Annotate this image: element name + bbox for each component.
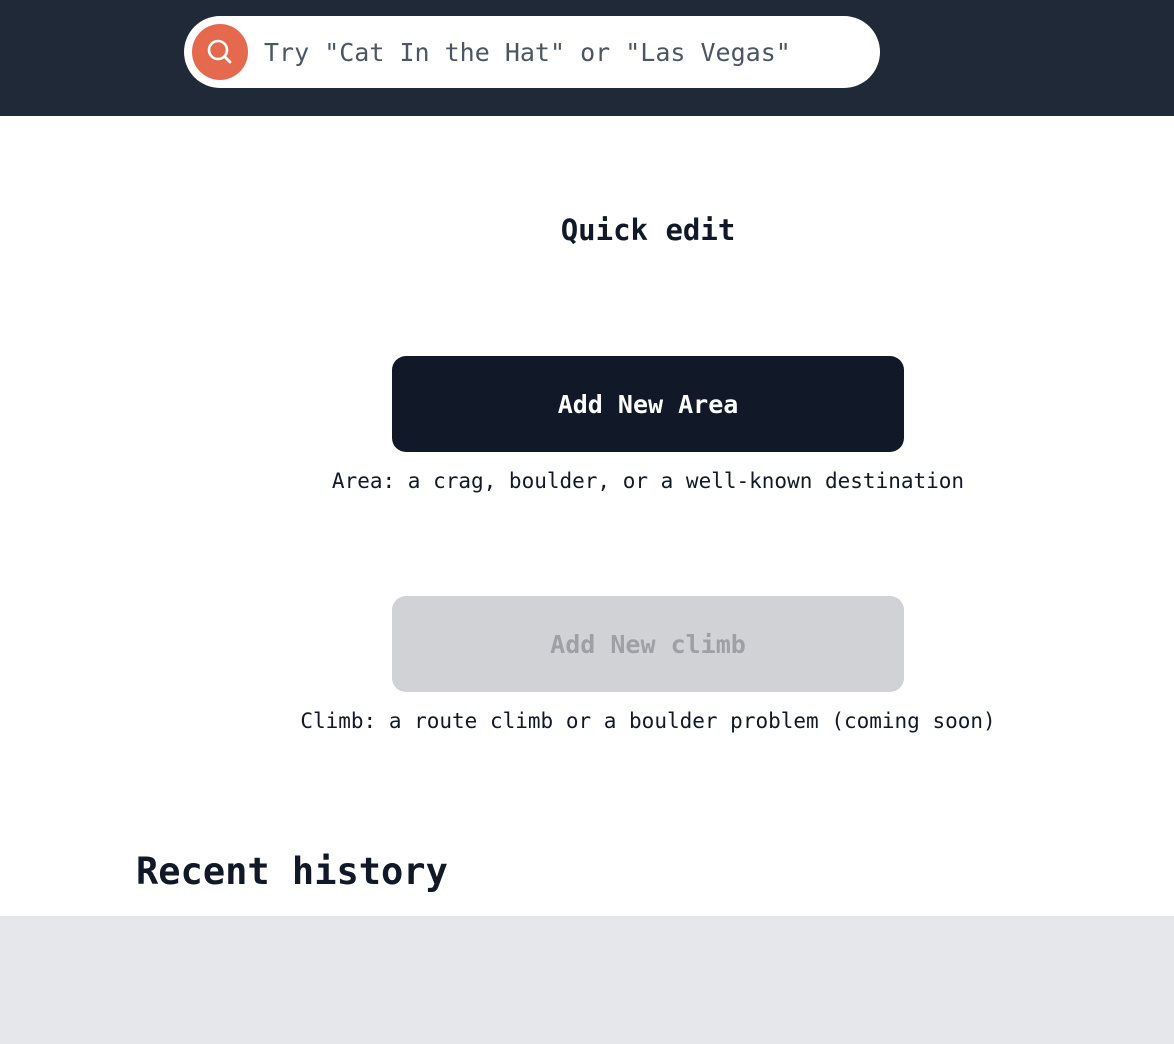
add-area-caption: Area: a crag, boulder, or a well-known d… [331, 469, 965, 493]
search-input[interactable] [262, 30, 856, 74]
search-icon-glyph [207, 39, 232, 64]
search-box[interactable] [184, 16, 880, 88]
quick-edit-title: Quick edit [560, 213, 736, 247]
recent-history-title: Recent history [136, 850, 448, 893]
add-new-area-button[interactable]: Add New Area [392, 356, 904, 452]
add-climb-caption: Climb: a route climb or a boulder proble… [300, 709, 996, 733]
add-new-climb-button[interactable]: Add New climb [392, 596, 904, 692]
top-navigation-bar [0, 0, 1174, 116]
recent-history-panel [0, 916, 1174, 1044]
search-icon[interactable] [192, 24, 248, 80]
